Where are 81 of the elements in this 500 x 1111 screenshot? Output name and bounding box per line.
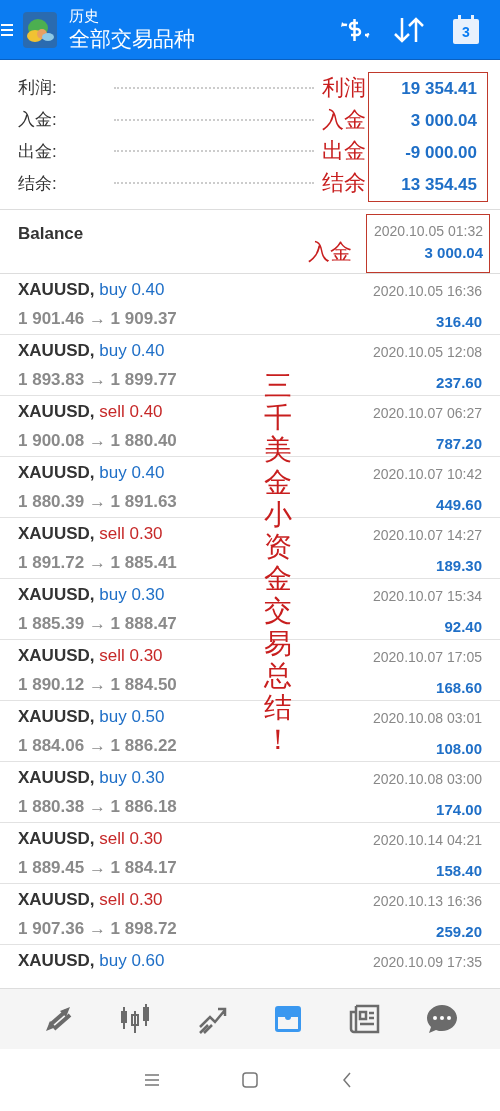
summary-value: 13 354.45 xyxy=(400,174,478,196)
menu-icon[interactable] xyxy=(143,1071,161,1089)
summary-label: 出金: xyxy=(18,140,58,163)
trade-time: 2020.10.07 10:42 xyxy=(373,466,482,482)
trade-order: sell 0.30 xyxy=(99,890,163,909)
trade-prices: 1 880.38 → 1 886.18 xyxy=(18,796,177,818)
summary-value: 3 000.04 xyxy=(409,110,478,132)
summary-label: 利润: xyxy=(18,77,58,100)
trade-order: buy 0.30 xyxy=(99,585,165,604)
trade-time: 2020.10.05 16:36 xyxy=(373,283,482,299)
trade-order: buy 0.50 xyxy=(99,707,165,726)
trade-order: buy 0.60 xyxy=(99,951,165,970)
trade-order: sell 0.40 xyxy=(99,402,163,421)
trade-profit: 259.20 xyxy=(435,922,482,940)
trade-order: sell 0.30 xyxy=(99,829,163,848)
trade-symbol: XAUUSD, xyxy=(18,646,95,665)
trade-time: 2020.10.08 03:00 xyxy=(373,771,482,787)
deal-time: 2020.10.05 01:32 xyxy=(374,223,483,239)
trade-prices: 1 889.45 → 1 884.17 xyxy=(18,857,177,879)
trade-time: 2020.10.09 17:35 xyxy=(373,954,482,970)
trade-symbol: XAUUSD, xyxy=(18,341,95,360)
trade-prices: 1 884.06 → 1 886.22 xyxy=(18,735,177,757)
annotation-text: 结余 xyxy=(321,169,367,198)
trade-order: buy 0.30 xyxy=(99,768,165,787)
trade-prices: 1 907.36 → 1 898.72 xyxy=(18,918,177,940)
trade-prices: 1 880.39 → 1 891.63 xyxy=(18,491,177,513)
trade-prices: 1 890.12 → 1 884.50 xyxy=(18,674,177,696)
annotation-text: 入金 xyxy=(321,105,367,134)
trade-profit: 237.60 xyxy=(435,373,482,391)
trade-symbol: XAUUSD, xyxy=(18,890,95,909)
summary-value: 19 354.41 xyxy=(400,78,478,100)
trade-prices: 1 901.46 → 1 909.37 xyxy=(18,308,177,330)
annotation-text: 出金 xyxy=(321,137,367,166)
trade-time: 2020.10.08 03:01 xyxy=(373,710,482,726)
trade-prices: 1 885.39 → 1 888.47 xyxy=(18,613,177,635)
trade-time: 2020.10.14 04:21 xyxy=(373,832,482,848)
trade-profit: 316.40 xyxy=(435,312,482,330)
summary-label: 入金: xyxy=(18,109,58,132)
trade-order: buy 0.40 xyxy=(99,280,165,299)
trade-prices: 1 900.08 → 1 880.40 xyxy=(18,430,177,452)
trade-profit: 158.40 xyxy=(435,861,482,879)
trade-order: sell 0.30 xyxy=(99,646,163,665)
app-logo-icon xyxy=(23,11,57,48)
trade-profit: 449.60 xyxy=(435,495,482,513)
deal-amount: 3 000.04 xyxy=(424,244,483,261)
trade-symbol: XAUUSD, xyxy=(18,707,95,726)
annotation-text: 入金 xyxy=(308,238,352,266)
annotation-text: 三千美金小资金交易总结！ xyxy=(263,369,293,758)
trade-time: 2020.10.07 17:05 xyxy=(373,649,482,665)
trade-symbol: XAUUSD, xyxy=(18,829,95,848)
trade-symbol: XAUUSD, xyxy=(18,768,95,787)
trade-symbol: XAUUSD, xyxy=(18,524,95,543)
deal-type: Balance xyxy=(18,224,84,245)
summary-label: 结余: xyxy=(18,172,58,195)
trade-profit: 168.60 xyxy=(435,678,482,696)
annotation-text: 利润 xyxy=(321,73,367,102)
trade-time: 2020.10.13 16:36 xyxy=(373,893,482,909)
trade-time: 2020.10.07 06:27 xyxy=(373,405,482,421)
trade-prices: 1 893.83 → 1 899.77 xyxy=(18,369,177,391)
screen-title: 历史 xyxy=(69,6,100,25)
trade-symbol: XAUUSD, xyxy=(18,402,95,421)
trade-profit: 787.20 xyxy=(435,434,482,452)
trade-order: buy 0.40 xyxy=(99,463,165,482)
menu-icon[interactable] xyxy=(1,22,13,37)
trade-order: buy 0.40 xyxy=(99,341,165,360)
symbol-filter[interactable]: 全部交易品种 xyxy=(69,24,195,53)
home-icon[interactable] xyxy=(241,1071,259,1089)
trade-symbol: XAUUSD, xyxy=(18,585,95,604)
trade-time: 2020.10.05 12:08 xyxy=(373,344,482,360)
trade-symbol: XAUUSD, xyxy=(18,280,95,299)
trade-profit: 174.00 xyxy=(435,800,482,818)
trade-profit: 108.00 xyxy=(435,739,482,757)
summary-value: -9 000.00 xyxy=(404,142,478,164)
trade-profit: 92.40 xyxy=(443,617,482,635)
trade-time: 2020.10.07 14:27 xyxy=(373,527,482,543)
trade-symbol: XAUUSD, xyxy=(18,951,95,970)
trade-symbol: XAUUSD, xyxy=(18,463,95,482)
trade-order: sell 0.30 xyxy=(99,524,163,543)
trade-time: 2020.10.07 15:34 xyxy=(373,588,482,604)
trade-prices: 1 891.72 → 1 885.41 xyxy=(18,552,177,574)
trade-profit: 189.30 xyxy=(435,556,482,574)
